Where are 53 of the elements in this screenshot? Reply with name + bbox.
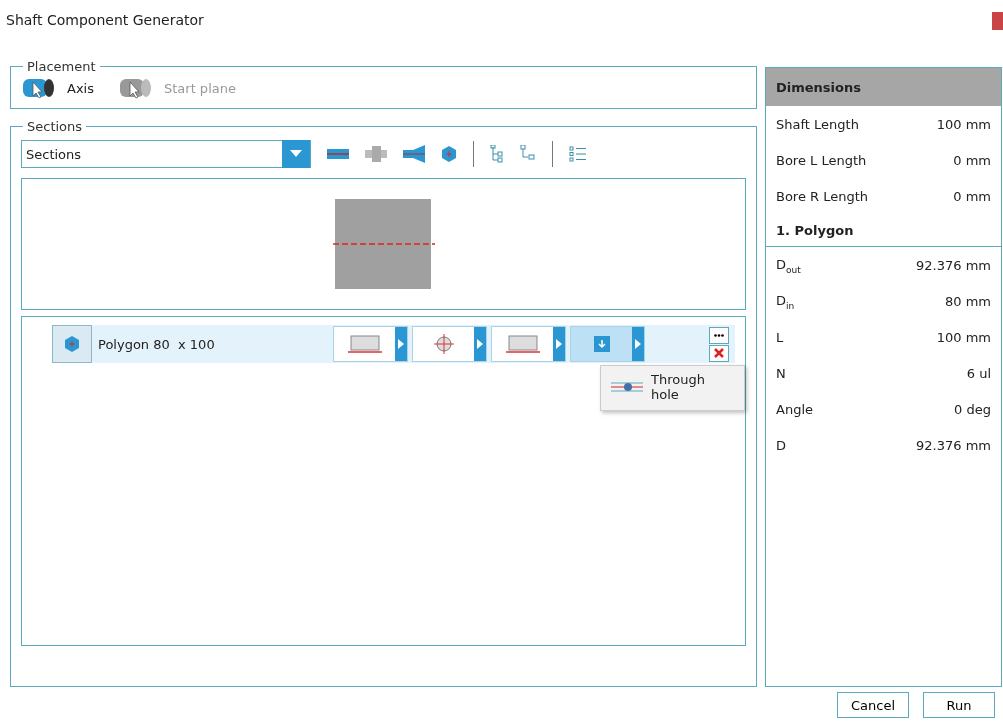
dialog-button[interactable]: Cancel [837,692,909,719]
group-label: Placement [26,59,97,75]
dimension-value: 0 deg [954,401,991,417]
edge-icon [347,334,382,355]
arrow-icon [398,339,404,350]
feature-slot[interactable] [333,326,408,363]
more-button[interactable] [709,326,729,344]
dimension-label: Shaft Length [776,116,859,132]
stepped-section-icon[interactable] [365,146,387,163]
section-row[interactable]: Polygon 80 x 100 [52,325,735,364]
dimension-label: Bore L Length [776,152,867,168]
dimension-value: 100 mm [936,329,991,345]
dimension-label: N [776,365,786,381]
crosshair-icon [432,333,455,356]
window-title: Shaft Component Generator [6,11,204,28]
dimension-label: Bore R Length [776,188,869,204]
feature-slot[interactable] [412,326,487,363]
dialog-button[interactable]: Run [923,692,995,719]
list-icon[interactable] [569,146,587,163]
cone-section-icon[interactable] [403,145,425,164]
polygon-section-icon[interactable] [441,146,457,163]
sections-dropdown[interactable]: Sections [21,140,311,169]
group-label: Sections [26,119,84,135]
dimension-label: D [776,437,786,453]
cylinder-section-icon[interactable] [327,148,349,161]
through-hole-icon [611,380,644,395]
dimension-label: D$_{in}$ [776,292,795,311]
placement-option[interactable]: Axis [67,80,94,96]
tree-icon[interactable] [490,145,504,164]
panel-title: Dimensions [766,68,1001,107]
close-icon [714,348,724,359]
polygon-icon[interactable] [52,325,92,364]
section-heading: 1. Polygon [766,214,1001,248]
feature-slot[interactable] [491,326,566,363]
dimension-label: D$_{out}$ [776,256,801,275]
menu-item[interactable]: Through hole [651,372,732,403]
dimension-value: 92.376 mm [916,257,991,273]
dimension-value: 80 mm [945,293,991,309]
delete-button[interactable] [709,344,729,362]
dimension-label: Angle [776,401,813,417]
feature-slot[interactable] [570,326,645,363]
dimension-value: 6 ul [966,365,991,381]
edge-icon [505,334,540,355]
ellipsis-icon [714,333,724,337]
dimension-value: 100 mm [936,116,991,132]
arrow-icon [477,339,483,350]
caret-icon [290,150,302,159]
arrow-icon [556,339,562,350]
dimension-value: 92.376 mm [916,437,991,453]
dimension-label: L [776,329,784,345]
dimension-value: 0 mm [953,152,991,168]
arrow-icon [635,339,641,350]
dimension-value: 0 mm [953,188,991,204]
